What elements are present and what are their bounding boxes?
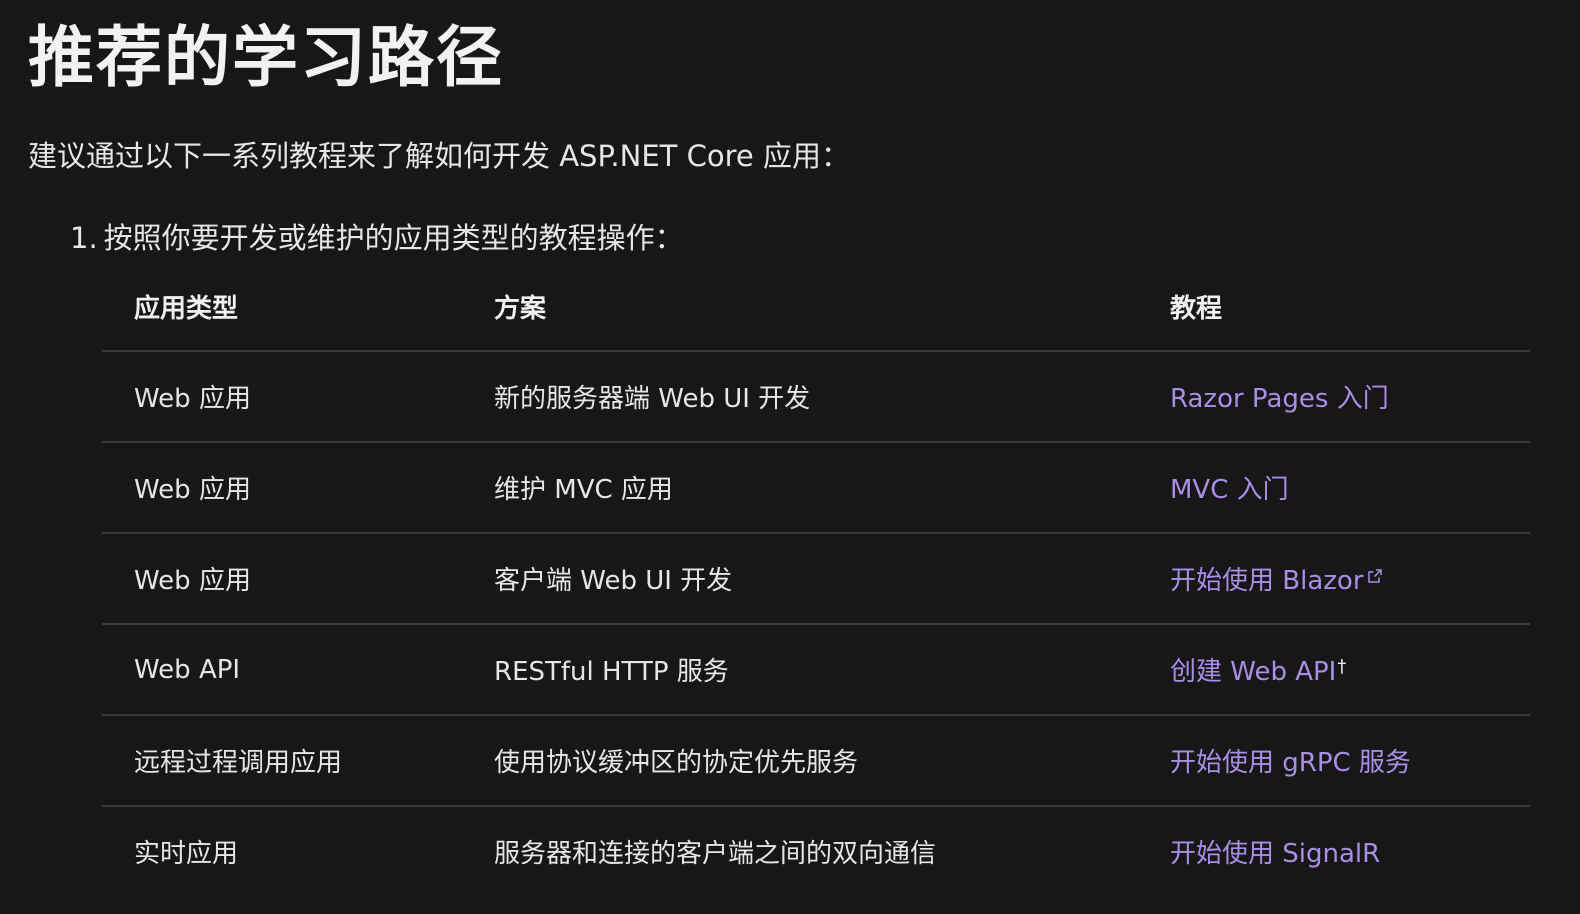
- cell-tutorial: 开始使用 SignalR: [1138, 806, 1530, 896]
- table-row: Web 应用 维护 MVC 应用 MVC 入门: [102, 442, 1530, 534]
- table-row: 远程过程调用应用 使用协议缓冲区的协定优先服务 开始使用 gRPC 服务: [102, 715, 1530, 807]
- tutorial-table: 应用类型 方案 教程 Web 应用 新的服务器端 Web UI 开发 Razor…: [102, 262, 1530, 896]
- step-item-1: 1. 按照你要开发或维护的应用类型的教程操作：: [70, 218, 684, 258]
- table-row: Web 应用 客户端 Web UI 开发 开始使用 Blazor: [102, 533, 1530, 625]
- cell-scenario: 使用协议缓冲区的协定优先服务: [462, 715, 1138, 807]
- tutorial-link-razor-pages[interactable]: Razor Pages 入门: [1170, 384, 1389, 414]
- cell-tutorial: 开始使用 Blazor: [1138, 533, 1530, 625]
- header-tutorial: 教程: [1138, 262, 1530, 352]
- tutorial-link-grpc[interactable]: 开始使用 gRPC 服务: [1170, 748, 1411, 778]
- table-header-row: 应用类型 方案 教程: [102, 262, 1530, 352]
- cell-app-type: 远程过程调用应用: [102, 715, 462, 807]
- tutorial-link-blazor-label: 开始使用 Blazor: [1170, 566, 1364, 596]
- intro-paragraph: 建议通过以下一系列教程来了解如何开发 ASP.NET Core 应用：: [28, 139, 850, 173]
- cell-tutorial: 创建 Web API†: [1138, 624, 1530, 716]
- tutorial-link-mvc[interactable]: MVC 入门: [1170, 475, 1289, 505]
- footnote-dagger: †: [1337, 656, 1347, 677]
- cell-app-type: Web 应用: [102, 351, 462, 443]
- step-text: 按照你要开发或维护的应用类型的教程操作：: [103, 221, 684, 255]
- cell-tutorial: 开始使用 gRPC 服务: [1138, 715, 1530, 807]
- external-link-icon: [1367, 569, 1382, 583]
- table-row: Web API RESTful HTTP 服务 创建 Web API†: [102, 624, 1530, 716]
- cell-tutorial: Razor Pages 入门: [1138, 351, 1530, 443]
- cell-app-type: Web 应用: [102, 533, 462, 625]
- cell-app-type: Web API: [102, 624, 462, 716]
- tutorial-link-blazor[interactable]: 开始使用 Blazor: [1170, 566, 1382, 596]
- cell-scenario: 服务器和连接的客户端之间的双向通信: [494, 839, 937, 869]
- cell-scenario: 维护 MVC 应用: [462, 442, 1138, 534]
- cell-app-type: Web 应用: [102, 442, 462, 534]
- tutorial-link-signalr[interactable]: 开始使用 SignalR: [1170, 839, 1380, 869]
- page-title: 推荐的学习路径: [28, 19, 504, 96]
- table-row: 实时应用 服务器和连接的客户端之间的双向通信 开始使用 SignalR: [102, 806, 1530, 896]
- step-number: 1.: [70, 221, 98, 255]
- header-app-type: 应用类型: [102, 262, 462, 352]
- table-row: Web 应用 新的服务器端 Web UI 开发 Razor Pages 入门: [102, 351, 1530, 443]
- cell-scenario: RESTful HTTP 服务: [462, 624, 1138, 716]
- cell-scenario: 新的服务器端 Web UI 开发: [462, 351, 1138, 443]
- cell-scenario: 客户端 Web UI 开发: [462, 533, 1138, 625]
- cell-tutorial: MVC 入门: [1138, 442, 1530, 534]
- cell-app-type: 实时应用: [134, 839, 239, 869]
- tutorial-link-web-api[interactable]: 创建 Web API: [1170, 657, 1336, 687]
- header-scenario: 方案: [462, 262, 1138, 352]
